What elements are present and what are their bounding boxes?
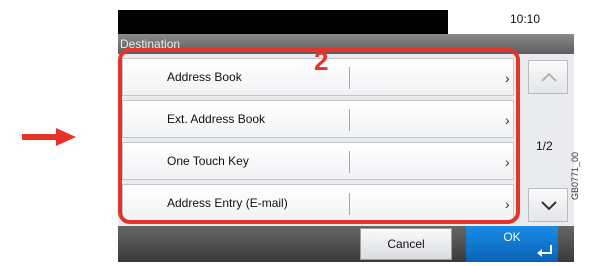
cancel-button-label: Cancel (387, 237, 425, 251)
ok-button[interactable]: OK (466, 226, 558, 262)
chevron-down-icon (541, 201, 557, 211)
chevron-up-icon (541, 72, 557, 82)
pointer-arrow-icon (22, 128, 76, 146)
ok-button-label: OK (503, 230, 521, 244)
page-indicator: 1/2 (536, 139, 553, 153)
figure-code: GB0771_00 (570, 151, 580, 200)
step-number-callout: 2 (314, 46, 329, 76)
device-screen: 10:10 Destination Address Book › Ext. Ad… (118, 10, 574, 262)
scroll-down-button[interactable] (528, 188, 568, 222)
clock-text: 10:10 (510, 12, 541, 26)
enter-icon (537, 245, 552, 257)
status-bar: 10:10 (118, 10, 574, 34)
cancel-button[interactable]: Cancel (360, 228, 452, 260)
scroll-up-button[interactable] (528, 60, 568, 94)
